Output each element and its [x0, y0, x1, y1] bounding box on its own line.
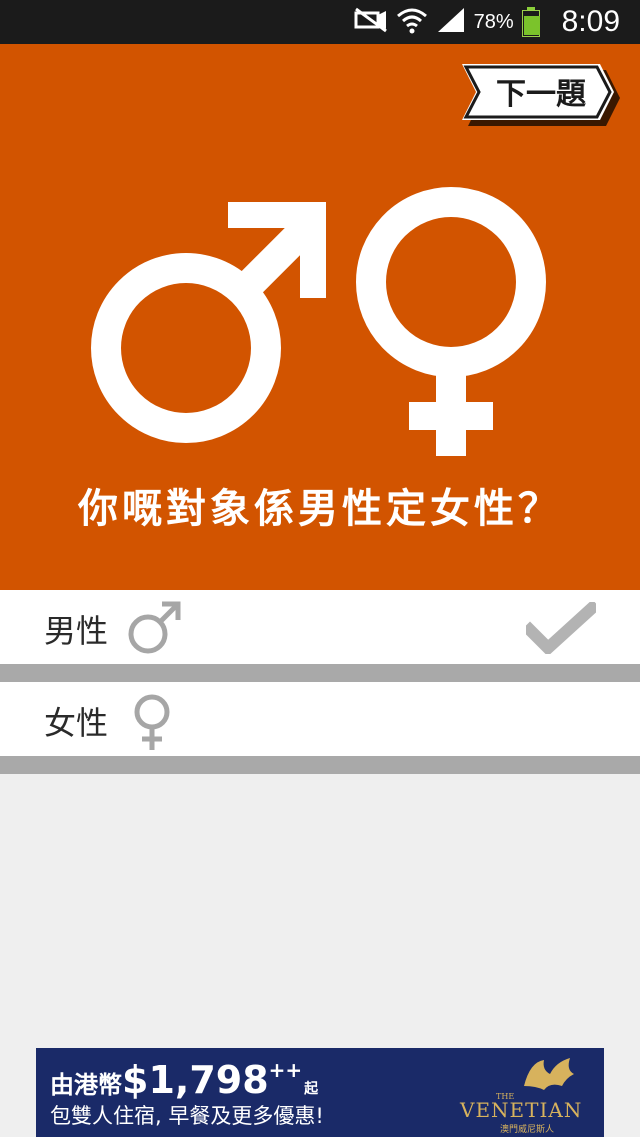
clock: 8:09	[561, 5, 620, 38]
venetian-logo: THE VENETIAN 澳門威尼斯人	[460, 1056, 590, 1135]
option-label: 男性	[44, 612, 109, 650]
option-divider	[0, 664, 640, 682]
option-divider	[0, 756, 640, 774]
female-symbol-icon	[132, 692, 172, 756]
option-female[interactable]: 女性	[0, 682, 640, 756]
question-card: 下一題 你嘅對象係男性定女性？	[0, 44, 640, 590]
female-symbol-icon	[356, 187, 546, 456]
battery-percent: 78%	[473, 10, 514, 33]
mute-icon	[354, 7, 388, 37]
status-bar: 78% 8:09	[0, 0, 640, 44]
next-question-label: 下一題	[496, 77, 586, 112]
ad-banner[interactable]: 由港幣$1,798++起 包雙人住宿, 早餐及更多優惠! THE VENETIA…	[36, 1048, 604, 1137]
ad-suffix: 起	[304, 1081, 319, 1097]
option-male[interactable]: 男性	[0, 590, 640, 664]
checkmark-icon	[521, 599, 601, 658]
logo-brand: VENETIAN	[460, 1098, 583, 1122]
ad-subtitle: 包雙人住宿, 早餐及更多優惠!	[50, 1104, 324, 1128]
ad-headline: 由港幣$1,798++起	[50, 1058, 318, 1102]
male-symbol-icon	[91, 202, 326, 443]
male-symbol-icon	[124, 598, 184, 662]
ad-price-suffix: ++	[268, 1058, 303, 1082]
option-label: 女性	[44, 704, 109, 742]
ad-price: $1,798	[122, 1058, 269, 1102]
wifi-icon	[396, 6, 428, 38]
logo-sub: 澳門威尼斯人	[500, 1125, 555, 1135]
ad-prefix: 由港幣	[50, 1071, 122, 1099]
status-icons: 78% 8:09	[354, 0, 620, 44]
signal-icon	[436, 6, 466, 38]
question-text: 你嘅對象係男性定女性？	[78, 486, 562, 532]
next-question-button[interactable]: 下一題	[460, 62, 622, 128]
battery-icon	[521, 7, 540, 37]
winged-lion-icon	[524, 1058, 574, 1090]
